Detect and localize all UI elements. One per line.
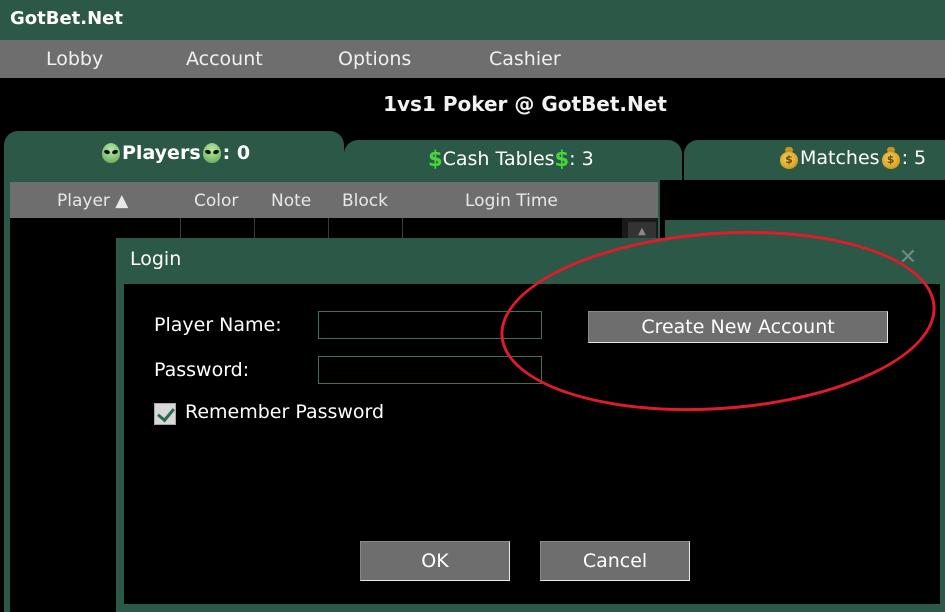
checkmark-icon [157, 403, 175, 423]
tab-matches-label: $ Matches $ : 5 [778, 147, 926, 169]
tab-matches[interactable]: $ Matches $ : 5 [684, 140, 945, 180]
tab-cash-tables[interactable]: $ Cash Tables $ : 3 [344, 140, 682, 180]
moneybag-icon: $ [779, 147, 799, 169]
moneybag-icon: $ [881, 147, 901, 169]
password-input[interactable] [318, 356, 542, 384]
app-window: GotBet.Net Lobby Account Options Cashier… [0, 0, 945, 612]
right-panel-header [665, 180, 945, 220]
tab-players-count: : 0 [222, 142, 251, 164]
players-table-header: Player ▲ Color Note Block Login Time [10, 182, 658, 218]
tab-cash-tables-text: Cash Tables [442, 148, 555, 170]
cancel-button[interactable]: Cancel [540, 541, 690, 581]
app-title: GotBet.Net [10, 8, 123, 29]
dollar-icon: $ [428, 147, 443, 171]
column-header-note[interactable]: Note [271, 191, 311, 211]
login-dialog-title: Login [130, 248, 182, 270]
column-header-block[interactable]: Block [342, 191, 388, 211]
tab-matches-count: : 5 [901, 147, 927, 169]
password-label: Password: [154, 359, 250, 381]
player-name-label: Player Name: [154, 314, 282, 336]
menu-item-account[interactable]: Account [186, 48, 263, 70]
column-header-login-time[interactable]: Login Time [465, 191, 558, 211]
menu-item-options[interactable]: Options [338, 48, 411, 70]
tab-cash-tables-count: : 3 [569, 148, 594, 170]
remember-password-label: Remember Password [185, 401, 385, 423]
tab-cash-tables-label: $ Cash Tables $ : 3 [428, 147, 594, 171]
dollar-icon: $ [554, 147, 570, 171]
alien-icon [202, 142, 222, 164]
tab-players-text: Players [122, 142, 201, 164]
title-bar: GotBet.Net [0, 0, 945, 40]
menu-item-cashier[interactable]: Cashier [489, 48, 561, 70]
page-heading: 1vs1 Poker @ GotBet.Net [383, 92, 667, 116]
tab-players-label: Players : 0 [100, 142, 250, 164]
column-header-player[interactable]: Player ▲ [57, 191, 128, 211]
tab-matches-text: Matches [800, 147, 880, 169]
alien-icon [101, 142, 121, 164]
tab-players[interactable]: Players : 0 [4, 131, 344, 183]
menu-bar: Lobby Account Options Cashier [0, 40, 945, 78]
remember-password-checkbox[interactable] [154, 403, 176, 425]
menu-item-lobby[interactable]: Lobby [46, 48, 103, 70]
ok-button[interactable]: OK [360, 541, 510, 581]
column-header-color[interactable]: Color [194, 191, 238, 211]
